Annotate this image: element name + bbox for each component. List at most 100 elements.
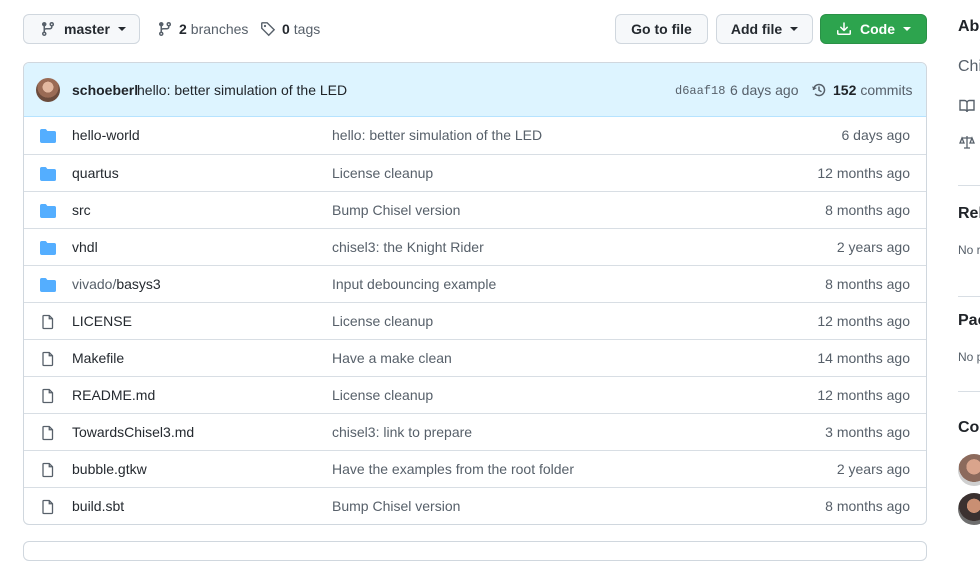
file-name-link[interactable]: quartus: [72, 165, 119, 181]
file-icon: [40, 462, 56, 481]
go-to-file-label: Go to file: [631, 21, 692, 37]
avatar[interactable]: [958, 454, 980, 486]
latest-commit-bar: schoeberl hello: better simulation of th…: [24, 63, 926, 117]
file-name-link[interactable]: TowardsChisel3.md: [72, 424, 194, 440]
folder-icon: [40, 166, 56, 185]
file-commit-age: 12 months ago: [817, 165, 910, 181]
file-commit-message[interactable]: chisel3: the Knight Rider: [332, 239, 484, 255]
readme-box: [23, 541, 927, 561]
file-commit-message[interactable]: Have a make clean: [332, 350, 452, 366]
branch-select-button[interactable]: master: [23, 14, 140, 44]
folder-icon: [40, 128, 56, 147]
file-icon: [40, 351, 56, 370]
file-commit-message[interactable]: Have the examples from the root folder: [332, 461, 574, 477]
history-icon: [812, 83, 826, 97]
file-name-link[interactable]: src: [72, 202, 91, 218]
repo-sidebar: Ab Chi Rel No r Pac No p Cor: [958, 0, 980, 550]
file-commit-age: 12 months ago: [817, 387, 910, 403]
file-name: hello-world: [72, 127, 140, 143]
chevron-down-icon: [790, 27, 799, 31]
releases-heading[interactable]: Rel: [958, 205, 980, 223]
file-commit-message[interactable]: License cleanup: [332, 165, 433, 181]
file-icon: [40, 388, 56, 407]
file-commit-age: 2 years ago: [836, 239, 910, 255]
add-file-label: Add file: [730, 21, 783, 37]
file-icon: [40, 499, 56, 518]
file-row[interactable]: Makefile Have a make clean 14 months ago: [24, 339, 926, 376]
file-row[interactable]: quartus License cleanup 12 months ago: [24, 154, 926, 191]
file-row[interactable]: vivado/basys3 Input debouncing example 8 m…: [24, 265, 926, 302]
file-row[interactable]: build.sbt Bump Chisel version 8 months ago: [24, 487, 926, 524]
commit-message[interactable]: hello: better simulation of the LED: [137, 82, 347, 98]
file-name-link[interactable]: LICENSE: [72, 313, 132, 329]
file-commit-message[interactable]: hello: better simulation of the LED: [332, 127, 542, 143]
repo-toolbar: master 2 branches 0 tags Go to file Add …: [23, 14, 927, 46]
go-to-file-button[interactable]: Go to file: [615, 14, 708, 44]
file-name: Makefile: [72, 350, 125, 366]
file-commit-age: 14 months ago: [817, 350, 910, 366]
file-name: TowardsChisel3.md: [72, 424, 195, 440]
file-browser: schoeberl hello: better simulation of th…: [23, 62, 927, 525]
file-name: quartus: [72, 165, 119, 181]
branches-link[interactable]: 2 branches: [157, 21, 248, 37]
releases-text: No r: [958, 243, 980, 257]
folder-icon: [40, 203, 56, 222]
file-icon: [40, 425, 56, 444]
commit-time[interactable]: 6 days ago: [730, 82, 799, 98]
file-name: build.sbt: [72, 498, 125, 514]
file-row[interactable]: bubble.gtkw Have the examples from the ro…: [24, 450, 926, 487]
file-name: LICENSE: [72, 313, 132, 329]
file-commit-message[interactable]: Input debouncing example: [332, 276, 496, 292]
file-name-link[interactable]: Makefile: [72, 350, 124, 366]
git-branch-icon: [41, 22, 54, 37]
file-row[interactable]: TowardsChisel3.md chisel3: link to prepar…: [24, 413, 926, 450]
file-name-link[interactable]: vhdl: [72, 239, 98, 255]
file-commit-age: 8 months ago: [825, 498, 910, 514]
tags-link[interactable]: 0 tags: [260, 21, 320, 37]
chevron-down-icon: [903, 27, 911, 31]
file-row[interactable]: src Bump Chisel version 8 months ago: [24, 191, 926, 228]
avatar[interactable]: [958, 493, 980, 525]
file-commit-message[interactable]: Bump Chisel version: [332, 202, 460, 218]
commit-author[interactable]: schoeberl: [72, 82, 138, 98]
code-label: Code: [860, 21, 895, 37]
file-row[interactable]: hello-world hello: better simulation of t…: [24, 117, 926, 154]
file-name-link[interactable]: vivado/basys3: [72, 276, 161, 292]
branches-count: 2: [179, 21, 187, 37]
file-commit-message[interactable]: Bump Chisel version: [332, 498, 460, 514]
commits-history-link[interactable]: 152 commits: [811, 82, 912, 98]
file-row[interactable]: README.md License cleanup 12 months ago: [24, 376, 926, 413]
chevron-down-icon: [117, 27, 126, 31]
branch-name: master: [64, 21, 110, 37]
contributors-heading[interactable]: Cor: [958, 419, 980, 437]
file-list: hello-world hello: better simulation of t…: [24, 117, 926, 524]
folder-icon: [40, 240, 56, 259]
packages-text: No p: [958, 350, 980, 364]
avatar[interactable]: [36, 78, 60, 102]
commit-sha[interactable]: d6aaf18: [675, 84, 725, 98]
file-name-link[interactable]: build.sbt: [72, 498, 124, 514]
file-commit-age: 8 months ago: [825, 276, 910, 292]
file-name: src: [72, 202, 91, 218]
file-name-link[interactable]: README.md: [72, 387, 155, 403]
file-name: vhdl: [72, 239, 98, 255]
file-commit-message[interactable]: chisel3: link to prepare: [332, 424, 472, 440]
file-name-link[interactable]: hello-world: [72, 127, 140, 143]
add-file-button[interactable]: Add file: [716, 14, 813, 44]
tag-icon: [261, 22, 276, 37]
tags-label: tags: [293, 21, 321, 37]
file-name-link[interactable]: bubble.gtkw: [72, 461, 147, 477]
code-button[interactable]: Code: [820, 14, 927, 44]
about-description: Chi: [958, 58, 980, 75]
book-icon: [959, 99, 975, 113]
divider: [958, 391, 980, 392]
file-commit-age: 8 months ago: [825, 202, 910, 218]
file-row[interactable]: LICENSE License cleanup 12 months ago: [24, 302, 926, 339]
file-commit-message[interactable]: License cleanup: [332, 313, 433, 329]
file-row[interactable]: vhdl chisel3: the Knight Rider 2 years ago: [24, 228, 926, 265]
file-commit-age: 6 days ago: [841, 127, 911, 143]
divider: [958, 185, 980, 186]
file-commit-message[interactable]: License cleanup: [332, 387, 433, 403]
file-icon: [40, 314, 56, 333]
packages-heading[interactable]: Pac: [958, 312, 980, 330]
